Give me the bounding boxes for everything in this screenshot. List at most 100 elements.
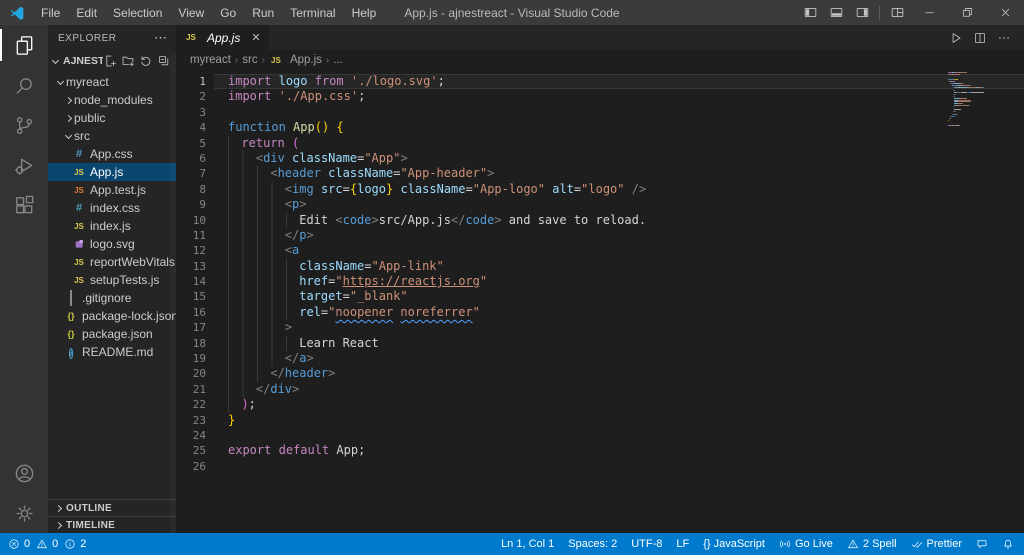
indent-guides <box>228 366 270 381</box>
breadcrumb-separator-icon: › <box>325 55 330 66</box>
menu-help[interactable]: Help <box>344 0 385 25</box>
activitybar-account-icon[interactable] <box>0 453 48 493</box>
tree-item-logo-svg[interactable]: logo.svg <box>48 235 176 253</box>
close-button[interactable] <box>986 0 1024 25</box>
status-utf-8[interactable]: UTF-8 <box>631 538 662 550</box>
tree-item-label: myreact <box>66 75 109 89</box>
tree-item-node-modules[interactable]: node_modules <box>48 91 176 109</box>
code-line-2: 2import './App.css'; <box>176 89 1024 104</box>
breadcrumb-item-myreact[interactable]: myreact <box>190 54 231 66</box>
breadcrumb-item-app-js[interactable]: JSApp.js <box>269 54 322 66</box>
toggle-sidebar-icon[interactable] <box>797 0 823 25</box>
minimap[interactable] <box>948 72 1010 129</box>
error-icon <box>8 538 20 550</box>
minimize-button[interactable] <box>910 0 948 25</box>
tree-item-readme-md[interactable]: iREADME.md <box>48 343 176 361</box>
refresh-icon[interactable] <box>139 54 154 69</box>
tree-item-public[interactable]: public <box>48 109 176 127</box>
tree-item-reportwebvitals-js[interactable]: JSreportWebVitals.js <box>48 253 176 271</box>
status-lf[interactable]: LF <box>676 538 689 550</box>
line-number: 6 <box>176 151 206 166</box>
tree-item-app-test-js[interactable]: JSApp.test.js <box>48 181 176 199</box>
code-line-13: 13className="App-link" <box>176 259 1024 274</box>
line-number: 26 <box>176 459 206 474</box>
tab-close-icon[interactable]: ✕ <box>251 31 260 44</box>
menu-edit[interactable]: Edit <box>68 0 105 25</box>
js-file-icon: JS <box>72 168 86 177</box>
tree-item--gitignore[interactable]: .gitignore <box>48 289 176 307</box>
tree-item-package-json[interactable]: {}package.json <box>48 325 176 343</box>
status-0[interactable]: 0 <box>36 538 58 550</box>
tab-appjs[interactable]: JS App.js ✕ <box>176 25 269 50</box>
status-0[interactable]: 0 <box>8 538 30 550</box>
menu-run[interactable]: Run <box>244 0 282 25</box>
code-line-21: 21</div> <box>176 382 1024 397</box>
status-spaces-2[interactable]: Spaces: 2 <box>568 538 617 550</box>
status-ln-1-col-1[interactable]: Ln 1, Col 1 <box>501 538 554 550</box>
activitybar-run-debug-icon[interactable] <box>0 145 48 185</box>
status--javascript[interactable]: {} JavaScript <box>703 538 765 550</box>
js-file-icon: JS <box>184 33 198 42</box>
restore-button[interactable] <box>948 0 986 25</box>
menu-file[interactable]: File <box>33 0 68 25</box>
toggle-secondary-sidebar-icon[interactable] <box>849 0 875 25</box>
explorer-more-actions-icon[interactable]: ⋯ <box>154 30 168 46</box>
status-2-spell[interactable]: 2 Spell <box>847 538 897 550</box>
customize-layout-icon[interactable] <box>884 0 910 25</box>
breadcrumb-separator-icon: › <box>261 55 266 66</box>
tree-item-package-lock-json[interactable]: {}package-lock.json <box>48 307 176 325</box>
tree-item-setuptests-js[interactable]: JSsetupTests.js <box>48 271 176 289</box>
panel-outline[interactable]: OUTLINE <box>48 499 176 516</box>
indent-guides <box>228 397 241 412</box>
toggle-panel-icon[interactable] <box>823 0 849 25</box>
status-go-live[interactable]: Go Live <box>779 538 833 550</box>
menu-terminal[interactable]: Terminal <box>282 0 343 25</box>
panel-timeline[interactable]: TIMELINE <box>48 516 176 533</box>
code-line-8: 8<img src={logo} className="App-logo" al… <box>176 182 1024 197</box>
new-file-icon[interactable] <box>103 54 118 69</box>
breadcrumb-item--[interactable]: ... <box>333 54 343 66</box>
tree-item-label: node_modules <box>74 93 153 107</box>
tree-item-app-js[interactable]: JSApp.js <box>48 163 176 181</box>
indent-guides <box>228 351 285 366</box>
tree-item-myreact[interactable]: myreact <box>48 73 176 91</box>
activitybar-files-icon[interactable] <box>0 25 48 65</box>
status-prettier[interactable]: Prettier <box>911 538 962 550</box>
code-editor[interactable]: 1import logo from './logo.svg';2import '… <box>176 70 1024 533</box>
tree-item-app-css[interactable]: #App.css <box>48 145 176 163</box>
more-actions-icon[interactable] <box>994 28 1014 48</box>
collapse-all-icon[interactable] <box>157 54 172 69</box>
status-bell-icon[interactable] <box>1002 538 1014 550</box>
new-folder-icon[interactable] <box>121 54 136 69</box>
line-number: 11 <box>176 228 206 243</box>
activitybar-extensions-icon[interactable] <box>0 185 48 225</box>
code-line-18: 18Learn React <box>176 336 1024 351</box>
code-line-4: 4function App() { <box>176 120 1024 135</box>
double-check-icon <box>911 538 923 550</box>
breadcrumb: myreact›src›JSApp.js›... <box>176 50 1024 70</box>
tree-item-index-css[interactable]: #index.css <box>48 199 176 217</box>
status-feedback-icon[interactable] <box>976 538 988 550</box>
code-line-20: 20</header> <box>176 366 1024 381</box>
workspace-section-header[interactable]: AJNEST... <box>48 51 176 71</box>
menu-selection[interactable]: Selection <box>105 0 170 25</box>
split-editor-icon[interactable] <box>970 28 990 48</box>
chevron-down-icon <box>52 56 59 63</box>
activitybar-settings-gear-icon[interactable] <box>0 493 48 533</box>
chevron-right-icon <box>55 504 62 511</box>
css-file-icon: # <box>72 202 86 214</box>
tree-item-index-js[interactable]: JSindex.js <box>48 217 176 235</box>
activitybar-search-icon[interactable] <box>0 65 48 105</box>
git-file-icon <box>64 291 78 305</box>
run-file-icon[interactable] <box>946 28 966 48</box>
breadcrumb-item-src[interactable]: src <box>242 54 257 66</box>
menu-view[interactable]: View <box>170 0 212 25</box>
activitybar-source-control-icon[interactable] <box>0 105 48 145</box>
code-line-25: 25export default App; <box>176 443 1024 458</box>
line-number: 1 <box>176 74 206 89</box>
status-2[interactable]: 2 <box>64 538 86 550</box>
tree-item-label: setupTests.js <box>90 273 159 287</box>
menu-go[interactable]: Go <box>212 0 244 25</box>
tree-item-src[interactable]: src <box>48 127 176 145</box>
indent-guides <box>228 151 256 166</box>
